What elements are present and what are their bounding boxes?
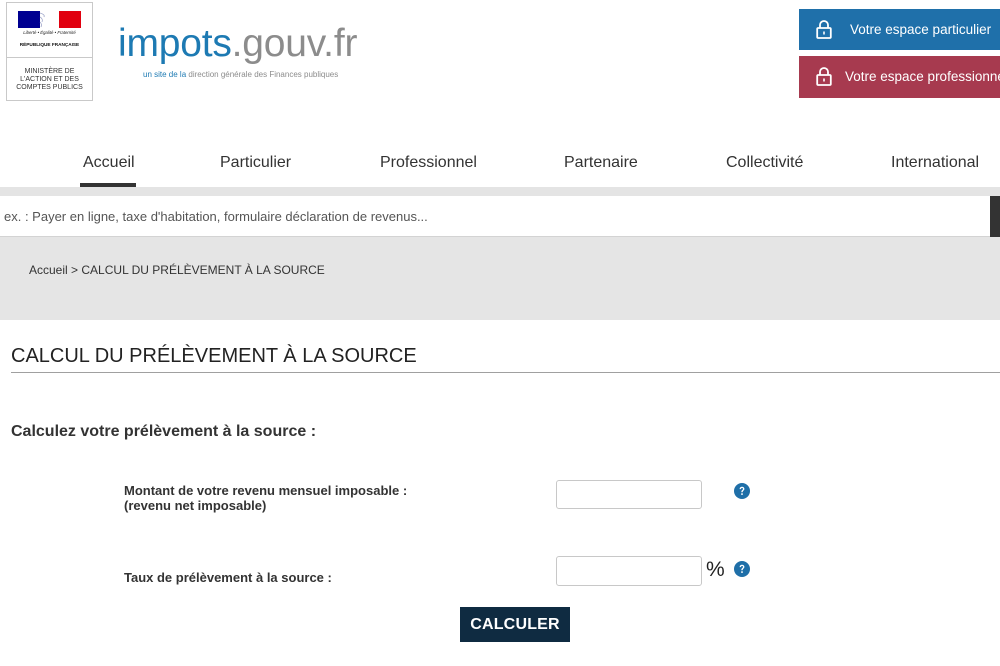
site-tagline-part1: un site de la xyxy=(143,70,187,79)
espace-particulier-button[interactable]: Votre espace particulier xyxy=(799,9,1000,50)
site-logo-name-part2: .gouv.fr xyxy=(231,22,358,65)
marianne-flag-icon xyxy=(18,11,81,28)
espace-professionnel-label: Votre espace professionne xyxy=(845,69,1000,84)
revenu-label: Montant de votre revenu mensuel imposabl… xyxy=(124,483,408,498)
revenu-sublabel: (revenu net imposable) xyxy=(124,498,267,513)
ministry-name: MINISTÈRE DE L'ACTION ET DES COMPTES PUB… xyxy=(7,68,92,92)
nav-item-international[interactable]: International xyxy=(891,153,979,173)
nav-item-particulier[interactable]: Particulier xyxy=(220,153,291,173)
nav-item-collectivite[interactable]: Collectivité xyxy=(726,153,803,173)
espace-professionnel-button[interactable]: Votre espace professionne xyxy=(799,56,1000,98)
site-logo[interactable]: impots.gouv.fr xyxy=(118,22,357,66)
breadcrumb: Accueil > CALCUL DU PRÉLÈVEMENT À LA SOU… xyxy=(29,262,325,278)
ministry-line: MINISTÈRE DE xyxy=(24,68,75,75)
espace-particulier-label: Votre espace particulier xyxy=(850,22,992,37)
search-button[interactable] xyxy=(990,196,1000,237)
nav-separator xyxy=(0,187,1000,196)
breadcrumb-current: CALCUL DU PRÉLÈVEMENT À LA SOURCE xyxy=(81,263,325,277)
site-logo-name-part1: impots xyxy=(118,22,232,65)
ministry-line: COMPTES PUBLICS xyxy=(16,84,83,91)
help-icon[interactable] xyxy=(734,483,750,499)
help-icon[interactable] xyxy=(734,561,750,577)
nav-item-accueil[interactable]: Accueil xyxy=(83,153,135,173)
breadcrumb-separator: > xyxy=(71,263,79,277)
revenu-field-label: Montant de votre revenu mensuel imposabl… xyxy=(124,483,407,513)
breadcrumb-home-link[interactable]: Accueil xyxy=(29,263,68,277)
nav-item-partenaire[interactable]: Partenaire xyxy=(564,153,638,173)
search-input[interactable] xyxy=(0,196,990,237)
logo-divider xyxy=(7,57,92,58)
lock-icon xyxy=(816,67,832,86)
lock-icon xyxy=(816,20,832,39)
republic-motto: Liberté • Égalité • Fraternité xyxy=(23,30,76,35)
republic-name: RÉPUBLIQUE FRANÇAISE xyxy=(19,42,80,47)
taux-label: Taux de prélèvement à la source : xyxy=(124,570,332,585)
site-tagline-part2: direction générale des Finances publique… xyxy=(188,70,339,79)
republique-francaise-logo[interactable]: Liberté • Égalité • Fraternité RÉPUBLIQU… xyxy=(6,2,93,101)
calculer-button[interactable]: CALCULER xyxy=(460,607,570,642)
taux-field-label: Taux de prélèvement à la source : xyxy=(124,570,332,585)
taux-input[interactable] xyxy=(556,556,702,586)
ministry-line: L'ACTION ET DES xyxy=(20,76,79,83)
title-divider xyxy=(11,372,1000,373)
breadcrumb-band xyxy=(0,237,1000,320)
site-tagline: un site de la direction générale des Fin… xyxy=(143,70,338,80)
revenu-input[interactable] xyxy=(556,480,702,509)
nav-item-professionnel[interactable]: Professionnel xyxy=(380,153,477,173)
percent-unit: % xyxy=(706,558,725,581)
page-title: CALCUL DU PRÉLÈVEMENT À LA SOURCE xyxy=(11,345,417,367)
form-subtitle: Calculez votre prélèvement à la source : xyxy=(11,423,317,440)
